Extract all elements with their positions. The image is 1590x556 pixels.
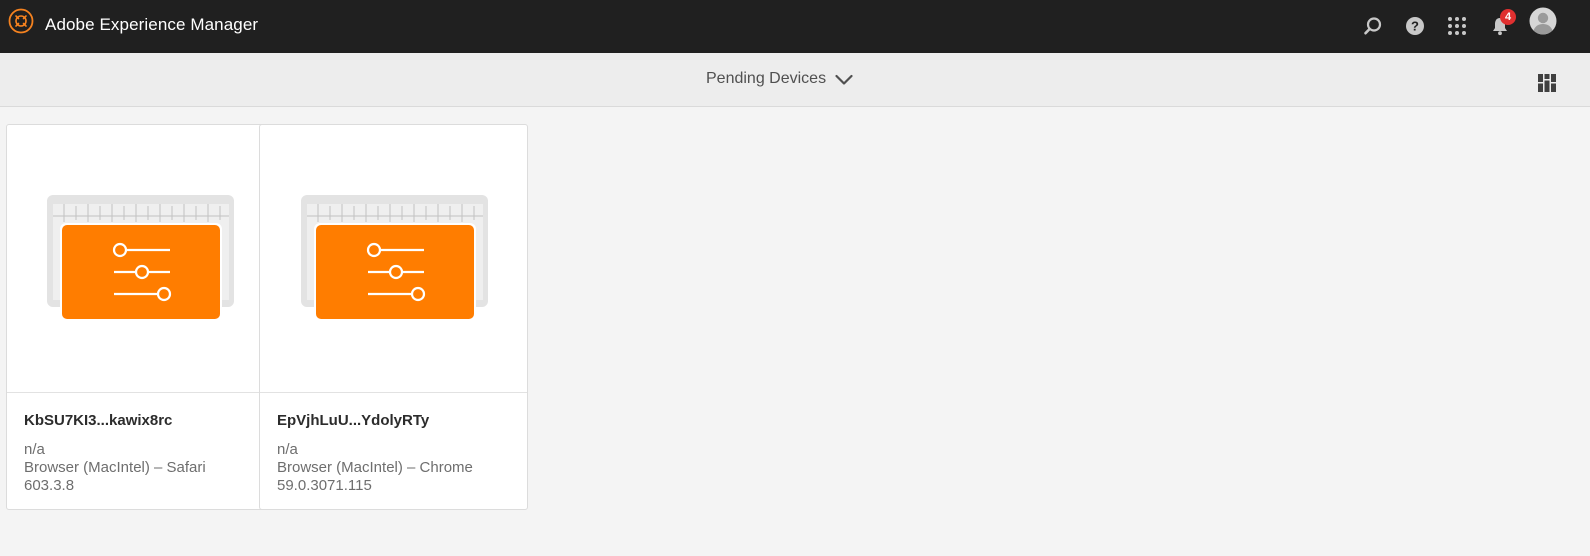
notification-count-badge: 4: [1500, 9, 1516, 25]
device-name: KbSU7KI3...kawix8rc: [24, 412, 173, 429]
device-card[interactable]: EpVjhLuU...YdolyRTy n/a Browser (MacInte…: [259, 124, 528, 510]
notifications-button[interactable]: 4: [1487, 9, 1516, 40]
device-name: EpVjhLuU...YdolyRTy: [277, 412, 430, 429]
device-meta: EpVjhLuU...YdolyRTy n/a Browser (MacInte…: [277, 412, 515, 495]
device-card[interactable]: KbSU7KI3...kawix8rc n/a Browser (MacInte…: [6, 124, 265, 510]
page-title-dropdown[interactable]: Pending Devices: [706, 70, 853, 88]
device-location: n/a: [24, 441, 45, 458]
device-config-thumbnail-icon: [301, 195, 488, 321]
device-version: 59.0.3071.115: [277, 477, 372, 494]
device-details: Browser (MacIntel) – Safari: [24, 459, 206, 476]
help-icon: ?: [1406, 17, 1424, 35]
card-view-icon[interactable]: [1536, 72, 1558, 94]
device-config-thumbnail-icon: [47, 195, 234, 321]
device-location: n/a: [277, 441, 298, 458]
solutions-button[interactable]: [1444, 12, 1470, 40]
app-title[interactable]: Adobe Experience Manager: [45, 15, 258, 35]
device-version: 603.3.8: [24, 477, 75, 494]
solutions-grid-icon: [1448, 17, 1466, 35]
search-button[interactable]: [1360, 12, 1386, 40]
device-thumbnail: [7, 125, 264, 393]
top-shell-bar: Adobe Experience Manager ? 4: [0, 0, 1590, 53]
chevron-down-icon: [835, 74, 853, 85]
device-meta: KbSU7KI3...kawix8rc n/a Browser (MacInte…: [24, 412, 252, 495]
user-profile-button[interactable]: [1529, 7, 1557, 35]
device-thumbnail: [260, 125, 527, 393]
adobe-experience-logo-icon[interactable]: [8, 8, 34, 34]
svg-text:?: ?: [1411, 19, 1419, 34]
user-avatar-icon: [1529, 7, 1557, 35]
help-button[interactable]: ?: [1402, 12, 1428, 40]
search-icon: [1364, 17, 1382, 35]
device-details: Browser (MacIntel) – Chrome: [277, 459, 473, 476]
action-bar: Pending Devices: [0, 53, 1590, 107]
page-title: Pending Devices: [706, 70, 827, 87]
